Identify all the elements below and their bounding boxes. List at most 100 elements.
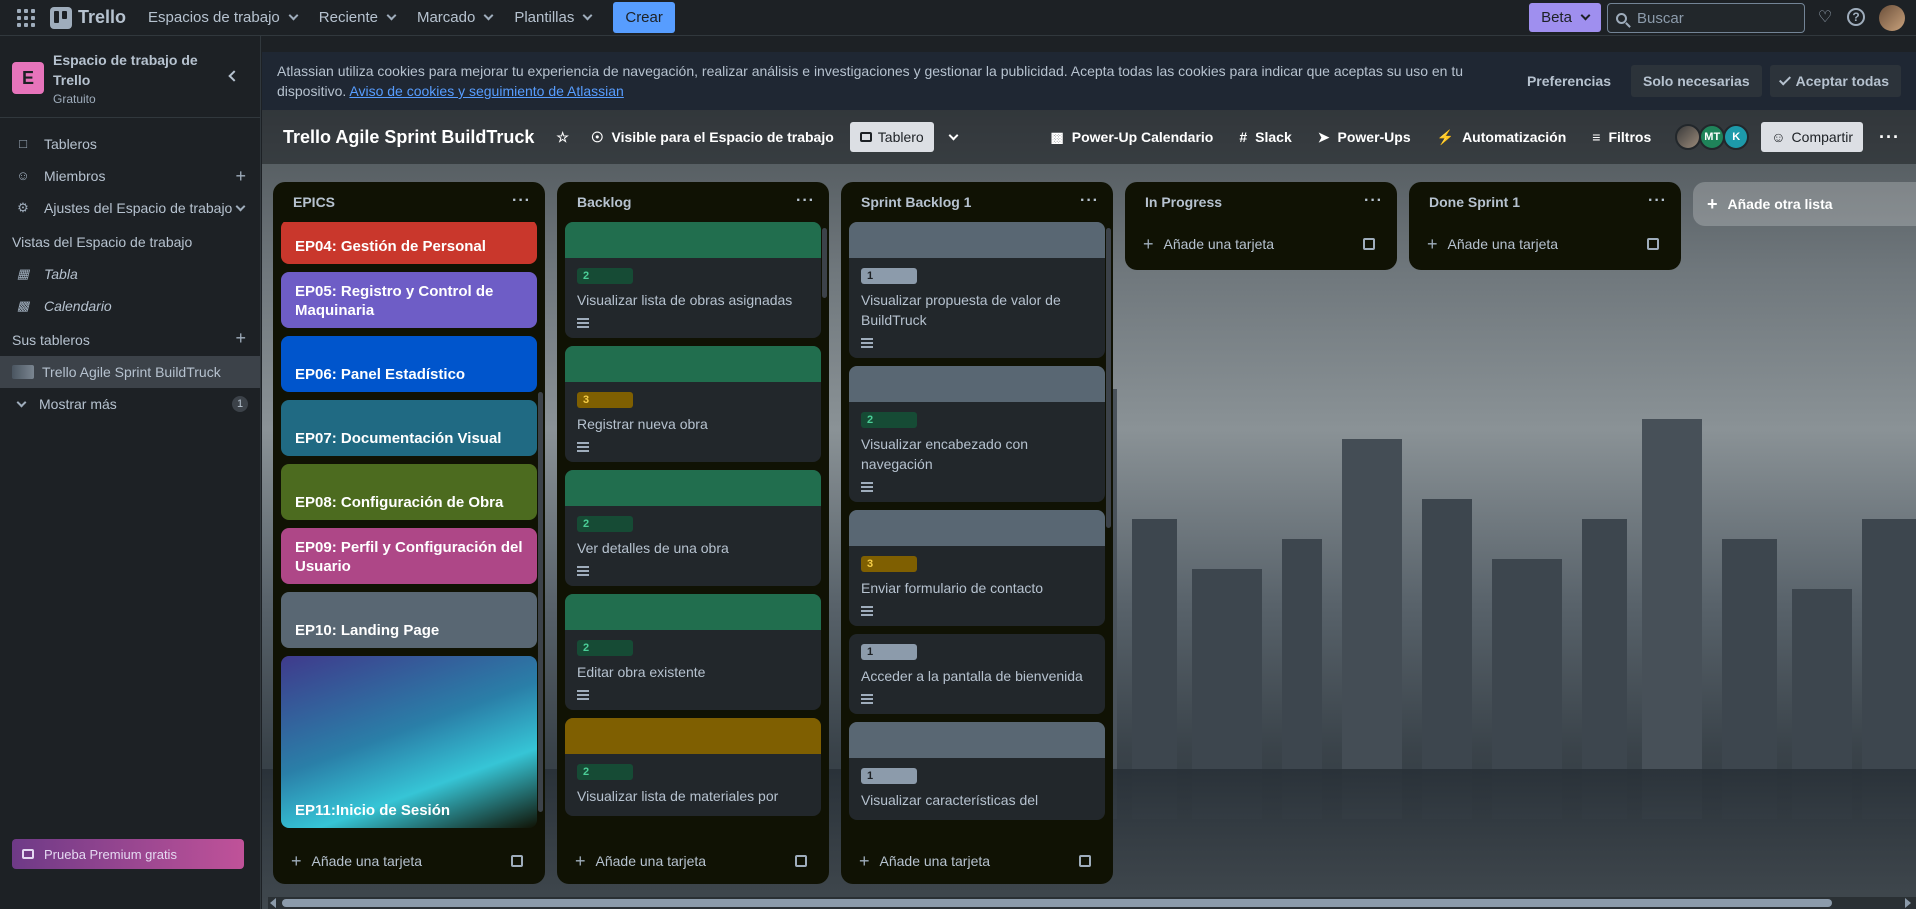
- cookie-only-necessary-button[interactable]: Solo necesarias: [1631, 65, 1762, 97]
- card-label[interactable]: 3: [577, 392, 633, 408]
- add-board-icon[interactable]: +: [235, 328, 246, 349]
- epic-card[interactable]: EP07: Documentación Visual: [281, 400, 537, 456]
- app-switcher-icon[interactable]: [14, 6, 38, 30]
- story-card[interactable]: 1 Visualizar características del: [849, 722, 1105, 820]
- card-template-icon[interactable]: [1363, 238, 1375, 250]
- sidebar-item-members[interactable]: ☺ Miembros +: [0, 160, 260, 192]
- story-card[interactable]: 2 Visualizar lista de materiales por: [565, 718, 821, 816]
- show-more-item[interactable]: Mostrar más 1: [0, 388, 260, 420]
- epic-card[interactable]: EP10: Landing Page: [281, 592, 537, 648]
- story-card[interactable]: 1 Acceder a la pantalla de bienvenida: [849, 634, 1105, 714]
- card-label[interactable]: 1: [861, 268, 917, 284]
- story-card[interactable]: 2 Visualizar encabezado con navegación: [849, 366, 1105, 502]
- add-card-button[interactable]: + Añade una tarjeta: [1133, 226, 1389, 262]
- member-avatar[interactable]: K: [1723, 124, 1750, 150]
- card-label[interactable]: 2: [861, 412, 917, 428]
- list-header[interactable]: Sprint Backlog 1 ···: [841, 182, 1113, 222]
- card-label[interactable]: 2: [577, 764, 633, 780]
- automation-button[interactable]: ⚡ Automatización: [1437, 129, 1567, 146]
- add-card-button[interactable]: + Añade una tarjeta: [1417, 226, 1673, 262]
- card-label[interactable]: 1: [861, 768, 917, 784]
- card-template-icon[interactable]: [1079, 855, 1091, 867]
- story-card[interactable]: 3 Registrar nueva obra: [565, 346, 821, 462]
- board-menu-icon[interactable]: ···: [1879, 127, 1900, 148]
- nav-recent[interactable]: Reciente: [319, 9, 397, 26]
- story-card[interactable]: 2 Editar obra existente: [565, 594, 821, 710]
- list-header[interactable]: In Progress ···: [1125, 182, 1397, 222]
- notifications-bell-icon[interactable]: ♡: [1815, 8, 1835, 28]
- epic-card[interactable]: EP05: Registro y Control de Maquinaria: [281, 272, 537, 328]
- board-view-button[interactable]: Tablero: [849, 122, 934, 152]
- card-label[interactable]: 3: [861, 556, 917, 572]
- collapse-sidebar-icon[interactable]: [228, 70, 240, 82]
- user-avatar[interactable]: [1879, 5, 1905, 31]
- nav-starred[interactable]: Marcado: [417, 9, 494, 26]
- list-menu-icon[interactable]: ···: [1364, 192, 1383, 210]
- views-chevron-down-icon[interactable]: [948, 130, 959, 140]
- board-title[interactable]: Trello Agile Sprint BuildTruck: [283, 127, 534, 148]
- slack-button[interactable]: # Slack: [1239, 129, 1291, 145]
- list-menu-icon[interactable]: ···: [1080, 192, 1099, 210]
- list-menu-icon[interactable]: ···: [796, 192, 815, 210]
- nav-templates[interactable]: Plantillas: [514, 9, 593, 26]
- sidebar-board-item[interactable]: Trello Agile Sprint BuildTruck: [0, 356, 260, 388]
- cookie-accept-all-button[interactable]: Aceptar todas: [1769, 65, 1901, 97]
- epic-card[interactable]: EP06: Panel Estadístico: [281, 336, 537, 392]
- story-card[interactable]: 2 Ver detalles de una obra: [565, 470, 821, 586]
- sidebar-item-table-view[interactable]: ▦ Tabla: [0, 258, 260, 290]
- list-title[interactable]: Backlog: [577, 194, 631, 210]
- board-horizontal-scrollbar[interactable]: [282, 899, 1832, 907]
- card-template-icon[interactable]: [511, 855, 523, 867]
- list-scrollbar[interactable]: [1106, 228, 1111, 528]
- trello-logo[interactable]: Trello: [50, 6, 126, 29]
- sidebar-item-settings[interactable]: ⚙ Ajustes del Espacio de trabajo: [0, 192, 260, 224]
- workspace-name[interactable]: Espacio de trabajo de Trello: [53, 50, 213, 90]
- cookie-policy-link[interactable]: Aviso de cookies y seguimiento de Atlass…: [349, 83, 623, 99]
- member-avatar[interactable]: [1675, 124, 1702, 150]
- epic-card[interactable]: EP08: Configuración de Obra: [281, 464, 537, 520]
- epic-card[interactable]: EP09: Perfil y Configuración del Usuario: [281, 528, 537, 584]
- powerup-calendar-button[interactable]: ▩ Power-Up Calendario: [1051, 129, 1214, 146]
- list-menu-icon[interactable]: ···: [1648, 192, 1667, 210]
- list-title[interactable]: Sprint Backlog 1: [861, 194, 971, 210]
- add-card-button[interactable]: + Añade una tarjeta: [849, 843, 1105, 879]
- add-member-icon[interactable]: +: [235, 166, 246, 187]
- card-template-icon[interactable]: [1647, 238, 1659, 250]
- create-button[interactable]: Crear: [613, 2, 675, 33]
- list-title[interactable]: Done Sprint 1: [1429, 194, 1520, 210]
- try-premium-button[interactable]: Prueba Premium gratis: [12, 839, 244, 869]
- list-header[interactable]: Backlog ···: [557, 182, 829, 222]
- scroll-right-arrow-icon[interactable]: [1905, 898, 1911, 908]
- member-avatar[interactable]: MT: [1699, 124, 1726, 150]
- help-icon[interactable]: ?: [1847, 8, 1865, 26]
- beta-button[interactable]: Beta: [1529, 3, 1601, 32]
- visibility-button[interactable]: ☉ Visible para el Espacio de trabajo: [591, 129, 834, 146]
- filters-button[interactable]: ≡ Filtros: [1592, 129, 1651, 145]
- list-title[interactable]: In Progress: [1145, 194, 1222, 210]
- nav-workspaces[interactable]: Espacios de trabajo: [148, 9, 299, 26]
- star-board-icon[interactable]: ☆: [556, 129, 569, 146]
- share-button[interactable]: ☺ Compartir: [1761, 122, 1864, 152]
- sidebar-item-boards[interactable]: □ Tableros: [0, 128, 260, 160]
- sidebar-item-calendar-view[interactable]: ▩ Calendario: [0, 290, 260, 322]
- add-card-button[interactable]: + Añade una tarjeta: [565, 843, 821, 879]
- list-scrollbar[interactable]: [822, 228, 827, 298]
- card-label[interactable]: 2: [577, 516, 633, 532]
- list-menu-icon[interactable]: ···: [512, 192, 531, 210]
- list-title[interactable]: EPICS: [293, 194, 335, 210]
- epic-card[interactable]: EP11:Inicio de Sesión: [281, 656, 537, 828]
- card-label[interactable]: 2: [577, 268, 633, 284]
- powerups-button[interactable]: ➤ Power-Ups: [1318, 129, 1411, 146]
- scroll-left-arrow-icon[interactable]: [270, 898, 276, 908]
- card-label[interactable]: 1: [861, 644, 917, 660]
- epic-card[interactable]: EP04: Gestión de Personal: [281, 222, 537, 264]
- story-card[interactable]: 1 Visualizar propuesta de valor de Build…: [849, 222, 1105, 358]
- list-header[interactable]: Done Sprint 1 ···: [1409, 182, 1681, 222]
- add-list-button[interactable]: + Añade otra lista: [1693, 182, 1916, 226]
- list-scrollbar[interactable]: [538, 392, 543, 812]
- search-input[interactable]: Buscar: [1607, 3, 1805, 33]
- story-card[interactable]: 3 Enviar formulario de contacto: [849, 510, 1105, 626]
- story-card[interactable]: 2 Visualizar lista de obras asignadas: [565, 222, 821, 338]
- add-card-button[interactable]: + Añade una tarjeta: [281, 843, 537, 879]
- card-template-icon[interactable]: [795, 855, 807, 867]
